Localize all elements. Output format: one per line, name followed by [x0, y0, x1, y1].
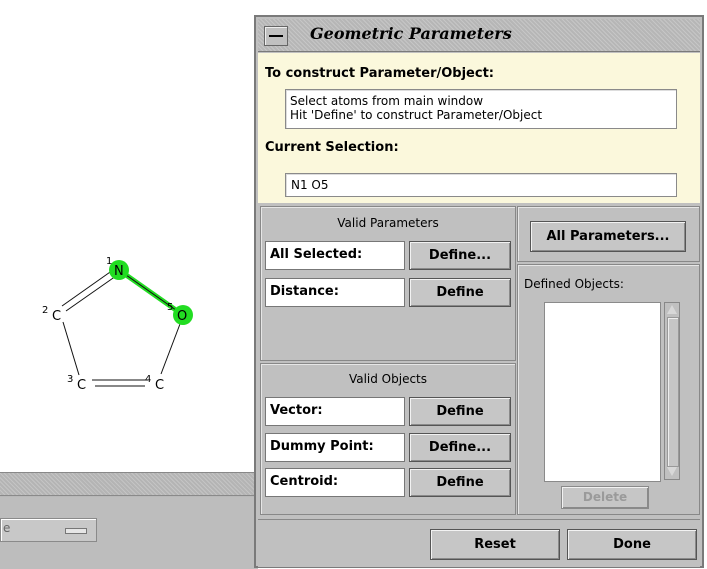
dialog-footer: Reset Done	[258, 519, 700, 567]
delete-button[interactable]: Delete	[561, 486, 649, 509]
define-all-selected-button[interactable]: Define...	[409, 241, 511, 270]
instructions-box: Select atoms from main window Hit 'Defin…	[285, 89, 677, 129]
param-label-all-selected: All Selected:	[265, 241, 405, 270]
background-window-bar	[0, 473, 258, 496]
atom-symbol[interactable]: C	[155, 378, 164, 393]
option-menu-indicator	[65, 528, 87, 534]
atom-number: 2	[42, 305, 48, 316]
geometric-parameters-dialog: Geometric Parameters To construct Parame…	[254, 15, 704, 568]
bond-n1-c2-a	[61, 269, 114, 307]
current-selection-field[interactable]: N1 O5	[285, 173, 677, 197]
defined-objects-list[interactable]	[544, 302, 661, 482]
define-dummy-point-button[interactable]: Define...	[409, 433, 511, 462]
instruction-line: Hit 'Define' to construct Parameter/Obje…	[290, 108, 543, 122]
dialog-title: Geometric Parameters	[310, 24, 512, 43]
atom-symbol[interactable]: C	[52, 309, 61, 324]
bond-c4-o5	[160, 323, 181, 375]
bond-n1-o5	[118, 269, 184, 316]
atom-symbol[interactable]: C	[77, 378, 86, 393]
scroll-thumb[interactable]	[667, 317, 679, 467]
atom-number: 4	[145, 374, 151, 385]
window-menu-button[interactable]	[264, 26, 288, 46]
construct-header: To construct Parameter/Object:	[265, 66, 494, 81]
current-selection-value: N1 O5	[291, 178, 329, 192]
valid-parameters-panel: Valid Parameters All Selected: Define...…	[260, 206, 516, 361]
object-label-dummy-point: Dummy Point:	[265, 433, 405, 462]
atom-number: 3	[67, 374, 73, 385]
instructions-panel: To construct Parameter/Object: Select at…	[258, 53, 700, 203]
defined-objects-scrollbar[interactable]	[664, 302, 680, 480]
bond-c2-c3	[62, 321, 80, 376]
object-label-vector: Vector:	[265, 397, 405, 426]
define-centroid-button[interactable]: Define	[409, 468, 511, 497]
object-label-centroid: Centroid:	[265, 468, 405, 497]
instruction-line: Select atoms from main window	[290, 94, 484, 108]
reset-button[interactable]: Reset	[430, 529, 560, 560]
molecule-drawing[interactable]: 1 N 2 C 3 C 4 C 5 O	[0, 0, 260, 470]
background-dropdown[interactable]: e	[0, 518, 97, 542]
bond-n1-c2-b	[65, 275, 117, 312]
valid-objects-panel: Valid Objects Vector: Define Dummy Point…	[260, 363, 516, 515]
scroll-up-arrow-icon[interactable]	[667, 305, 677, 314]
atom-number: 5	[167, 302, 173, 313]
define-vector-button[interactable]: Define	[409, 397, 511, 426]
title-bar[interactable]: Geometric Parameters	[258, 19, 700, 52]
all-parameters-button[interactable]: All Parameters...	[530, 221, 686, 252]
param-label-distance: Distance:	[265, 278, 405, 307]
valid-objects-title: Valid Objects	[348, 372, 428, 386]
all-parameters-panel: All Parameters...	[517, 206, 700, 262]
atom-symbol[interactable]: O	[177, 309, 187, 324]
defined-objects-label: Defined Objects:	[524, 277, 624, 291]
dropdown-partial-text: e	[3, 521, 11, 535]
atom-number: 1	[106, 256, 112, 267]
atom-symbol[interactable]: N	[114, 264, 124, 279]
define-distance-button[interactable]: Define	[409, 278, 511, 307]
done-button[interactable]: Done	[567, 529, 697, 560]
scroll-down-arrow-icon[interactable]	[667, 467, 677, 476]
valid-parameters-title: Valid Parameters	[337, 216, 439, 230]
current-selection-header: Current Selection:	[265, 140, 399, 155]
